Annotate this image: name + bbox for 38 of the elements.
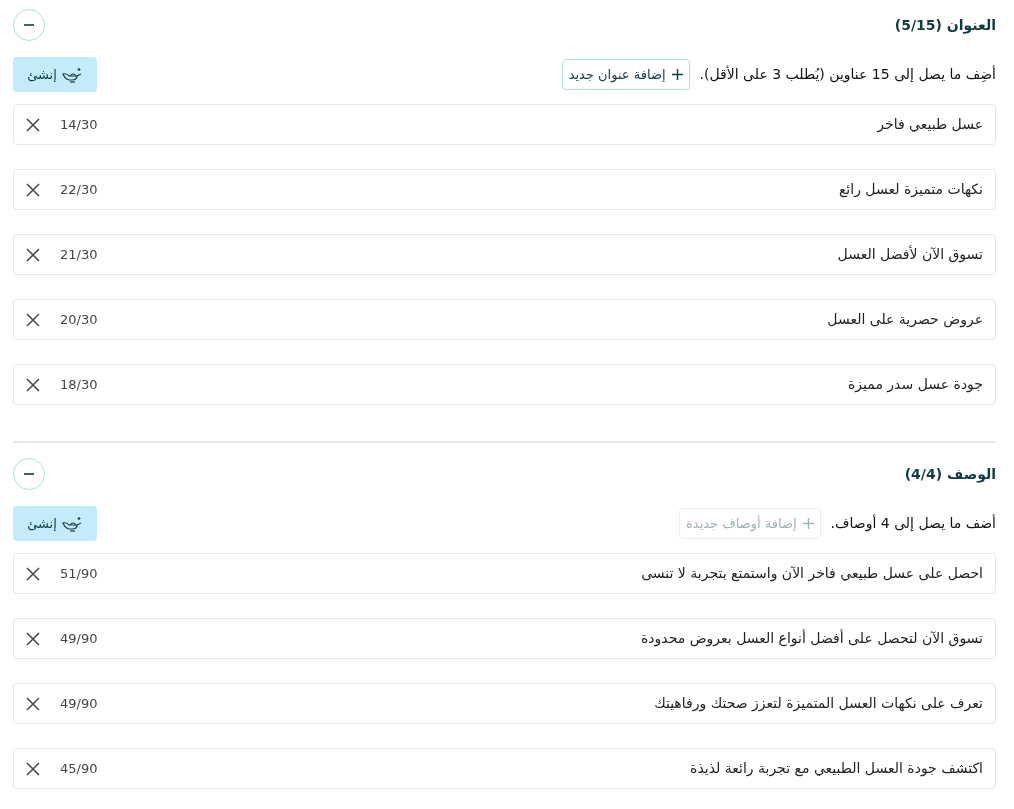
generate-button[interactable]: إنشئ: [13, 506, 97, 541]
input-value: عروض حصرية على العسل: [827, 310, 983, 330]
input-value: تعرف على نكهات العسل المتميزة لتعزز صحتك ورفاهيتك: [654, 694, 983, 714]
section-title: الوصف (4/4): [904, 464, 996, 485]
character-count: 49/90: [60, 694, 98, 713]
generate-button[interactable]: إنشئ: [13, 57, 97, 92]
input-value: تسوق الآن لأفضل العسل: [837, 244, 983, 265]
close-icon[interactable]: [26, 117, 40, 132]
plus-icon: [802, 518, 814, 529]
character-count: 22/30: [60, 180, 98, 199]
instruction-text: أضِف ما يصل إلى 15 عناوين (يُطلب 3 على الأقل).: [699, 64, 996, 85]
close-icon[interactable]: [26, 312, 40, 327]
close-icon[interactable]: [26, 631, 40, 646]
input-value: تسوق الآن لتحصل على أفضل أنواع العسل بعروض محدودة: [640, 628, 983, 649]
instruction-text: أضف ما يصل إلى 4 أوصاف.: [830, 513, 996, 534]
close-icon[interactable]: [26, 566, 40, 581]
magic-lamp-icon: [60, 66, 83, 83]
character-count: 21/30: [60, 245, 98, 264]
character-count: 18/30: [60, 375, 98, 394]
character-count: 20/30: [60, 310, 98, 329]
close-icon[interactable]: [26, 377, 40, 392]
close-icon[interactable]: [26, 761, 40, 776]
plus-icon: [671, 69, 683, 80]
input-value: جودة عسل سدر مميزة: [848, 375, 983, 395]
input-value: عسل طبيعي فاخر: [877, 115, 983, 135]
close-icon[interactable]: [26, 182, 40, 197]
close-icon[interactable]: [26, 247, 40, 262]
section-title: العنوان (5/15): [894, 15, 996, 36]
input-value: نكهات متميزة لعسل رائع: [838, 180, 983, 200]
add-button[interactable]: إضافة عنوان جديد: [561, 59, 690, 90]
character-count: 51/90: [60, 564, 98, 583]
close-icon[interactable]: [26, 696, 40, 711]
magic-lamp-icon: [60, 515, 83, 532]
character-count: 14/30: [60, 115, 98, 134]
character-count: 45/90: [60, 759, 98, 778]
input-value: اكتشف جودة العسل الطبيعي مع تجربة رائعة لذيذة: [690, 759, 983, 779]
input-value: احصل على عسل طبيعي فاخر الآن واستمتع بتجربة لا تنسى: [641, 564, 983, 584]
character-count: 49/90: [60, 629, 98, 648]
